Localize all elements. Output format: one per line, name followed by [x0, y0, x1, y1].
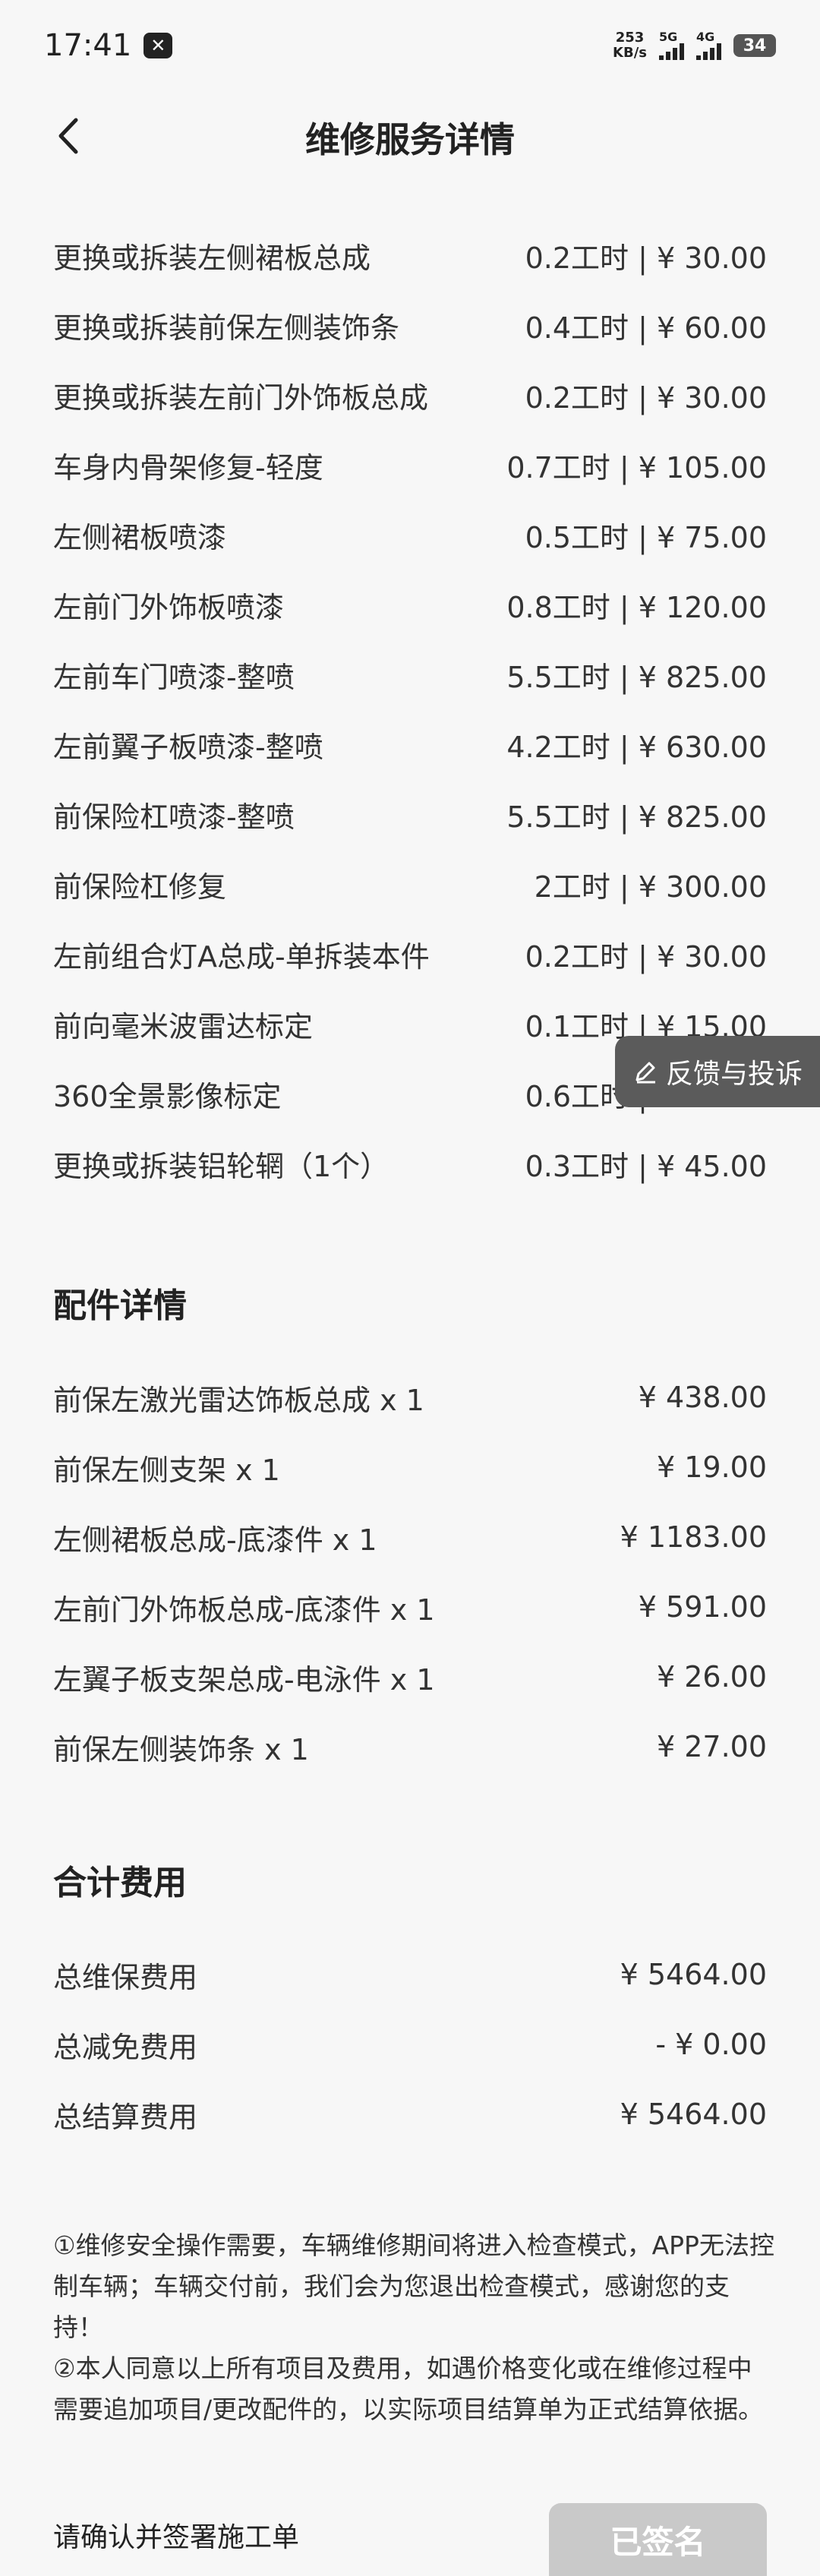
service-row: 更换或拆装左侧裙板总成 0.2工时 | ¥ 30.00: [53, 220, 767, 290]
service-name: 车身内骨架修复-轻度: [53, 450, 323, 485]
service-value: 0.7工时 | ¥ 105.00: [506, 450, 767, 485]
signal-bars-icon: [659, 43, 684, 60]
service-value: 0.2工时 | ¥ 30.00: [525, 241, 767, 275]
service-name: 左前翼子板喷漆-整喷: [53, 730, 323, 764]
service-name: 左侧裙板喷漆: [53, 520, 227, 554]
total-value: ¥ 5464.00: [620, 2098, 767, 2131]
service-value: 5.5工时 | ¥ 825.00: [506, 660, 767, 694]
page-title: 维修服务详情: [305, 119, 515, 160]
part-row: 前保左激光雷达饰板总成 x 1 ¥ 438.00: [53, 1362, 767, 1432]
service-value: 0.5工时 | ¥ 75.00: [525, 520, 767, 554]
service-name: 左前门外饰板喷漆: [53, 590, 285, 624]
service-name: 前保险杠喷漆-整喷: [53, 800, 295, 834]
service-row: 左前车门喷漆-整喷 5.5工时 | ¥ 825.00: [53, 639, 767, 709]
total-name: 总减免费用: [53, 2030, 198, 2064]
feedback-button[interactable]: 反馈与投诉: [615, 1036, 820, 1107]
service-name: 更换或拆装铝轮辋（1个）: [53, 1149, 390, 1183]
total-row: 总结算费用 ¥ 5464.00: [53, 2079, 767, 2149]
service-name: 360全景影像标定: [53, 1079, 282, 1113]
network-speed-unit: KB/s: [613, 45, 647, 61]
total-name: 总结算费用: [53, 2100, 198, 2134]
part-row: 左前门外饰板总成-底漆件 x 1 ¥ 591.00: [53, 1572, 767, 1642]
service-name: 更换或拆装前保左侧装饰条: [53, 311, 400, 345]
service-row: 更换或拆装前保左侧装饰条 0.4工时 | ¥ 60.00: [53, 290, 767, 360]
status-left: 17:41 ✕: [44, 28, 173, 63]
part-value: ¥ 26.00: [656, 1660, 767, 1694]
service-row: 左侧裙板喷漆 0.5工时 | ¥ 75.00: [53, 500, 767, 570]
part-value: ¥ 591.00: [638, 1590, 767, 1624]
signal-4g-label: 4G: [696, 30, 715, 44]
totals-section: 合计费用 总维保费用 ¥ 5464.00 总减免费用 - ¥ 0.00 总结算费用 ¥…: [53, 1853, 767, 2149]
total-value: - ¥ 0.00: [655, 2028, 767, 2061]
total-row: 总维保费用 ¥ 5464.00: [53, 1940, 767, 2009]
signed-button[interactable]: 已签名: [549, 2503, 767, 2576]
title-bar: 维修服务详情: [0, 91, 820, 182]
service-name: 更换或拆装左侧裙板总成: [53, 241, 371, 275]
notice-item-1: ①维修安全操作需要，车辆维修期间将进入检查模式，APP无法控制车辆；车辆交付前，…: [53, 2230, 774, 2342]
service-row: 更换或拆装左前门外饰板总成 0.2工时 | ¥ 30.00: [53, 360, 767, 430]
service-value: 0.8工时 | ¥ 120.00: [506, 590, 767, 624]
service-row: 左前门外饰板喷漆 0.8工时 | ¥ 120.00: [53, 570, 767, 639]
service-value: 0.2工时 | ¥ 30.00: [525, 380, 767, 415]
edit-pencil-icon: [636, 1062, 655, 1084]
service-value: 2工时 | ¥ 300.00: [534, 870, 767, 904]
service-name: 左前车门喷漆-整喷: [53, 660, 295, 694]
part-value: ¥ 438.00: [638, 1381, 767, 1414]
total-row: 总减免费用 - ¥ 0.00: [53, 2009, 767, 2079]
part-row: 前保左侧装饰条 x 1 ¥ 27.00: [53, 1712, 767, 1782]
notification-icon: ✕: [144, 33, 173, 58]
signal-bars-icon: [696, 43, 721, 60]
part-row: 左翼子板支架总成-电泳件 x 1 ¥ 26.00: [53, 1642, 767, 1712]
bottom-bar: 请确认并签署施工单 已签名: [0, 2499, 820, 2576]
parts-section: 配件详情 前保左激光雷达饰板总成 x 1 ¥ 438.00 前保左侧支架 x 1 ¥…: [53, 1276, 767, 1782]
total-name: 总维保费用: [53, 1960, 198, 1994]
total-value: ¥ 5464.00: [620, 1958, 767, 1991]
parts-title: 配件详情: [53, 1286, 187, 1325]
service-value: 0.3工时 | ¥ 45.00: [525, 1149, 767, 1183]
network-speed: 253 KB/s: [613, 30, 647, 61]
service-value: 4.2工时 | ¥ 630.00: [506, 730, 767, 764]
service-value: 5.5工时 | ¥ 825.00: [506, 800, 767, 834]
part-value: ¥ 27.00: [656, 1730, 767, 1763]
part-name: 前保左侧装饰条 x 1: [53, 1732, 309, 1766]
part-row: 前保左侧支架 x 1 ¥ 19.00: [53, 1432, 767, 1502]
totals-title: 合计费用: [53, 1864, 187, 1902]
part-name: 前保左侧支架 x 1: [53, 1453, 280, 1487]
service-row: 左前翼子板喷漆-整喷 4.2工时 | ¥ 630.00: [53, 709, 767, 779]
service-row: 更换或拆装铝轮辋（1个） 0.3工时 | ¥ 45.00: [53, 1129, 767, 1198]
part-value: ¥ 19.00: [656, 1451, 767, 1484]
service-row: 左前组合灯A总成-单拆装本件 0.2工时 | ¥ 30.00: [53, 919, 767, 989]
notice-text: ①维修安全操作需要，车辆维修期间将进入检查模式，APP无法控制车辆；车辆交付前，…: [53, 2225, 774, 2430]
service-value: 0.2工时 | ¥ 30.00: [525, 939, 767, 974]
part-name: 左前门外饰板总成-底漆件 x 1: [53, 1593, 435, 1627]
part-name: 左翼子板支架总成-电泳件 x 1: [53, 1662, 435, 1697]
service-row: 前保险杠修复 2工时 | ¥ 300.00: [53, 849, 767, 919]
service-value: 0.4工时 | ¥ 60.00: [525, 311, 767, 345]
part-name: 前保左激光雷达饰板总成 x 1: [53, 1383, 424, 1417]
part-name: 左侧裙板总成-底漆件 x 1: [53, 1523, 377, 1557]
service-name: 更换或拆装左前门外饰板总成: [53, 380, 429, 415]
service-row: 车身内骨架修复-轻度 0.7工时 | ¥ 105.00: [53, 430, 767, 500]
status-bar: 17:41 ✕ 253 KB/s 5G 4G 34: [0, 0, 820, 91]
feedback-label: 反馈与投诉: [665, 1059, 803, 1090]
service-name: 前保险杠修复: [53, 870, 227, 904]
service-name: 前向毫米波雷达标定: [53, 1009, 314, 1043]
network-speed-value: 253: [615, 30, 645, 46]
part-row: 左侧裙板总成-底漆件 x 1 ¥ 1183.00: [53, 1502, 767, 1572]
sign-prompt: 请确认并签署施工单: [53, 2522, 300, 2553]
battery-icon: 34: [733, 34, 776, 57]
service-row: 前保险杠喷漆-整喷 5.5工时 | ¥ 825.00: [53, 779, 767, 849]
part-value: ¥ 1183.00: [620, 1520, 767, 1554]
signal-5g-label: 5G: [659, 30, 678, 44]
signal-4g: 4G: [696, 31, 721, 60]
signal-5g: 5G: [659, 31, 684, 60]
status-time: 17:41: [44, 28, 132, 63]
notice-item-2: ②本人同意以上所有项目及费用，如遇价格变化或在维修过程中需要追加项目/更改配件的…: [53, 2353, 764, 2424]
service-name: 左前组合灯A总成-单拆装本件: [53, 939, 430, 974]
status-right: 253 KB/s 5G 4G 34: [613, 30, 776, 61]
